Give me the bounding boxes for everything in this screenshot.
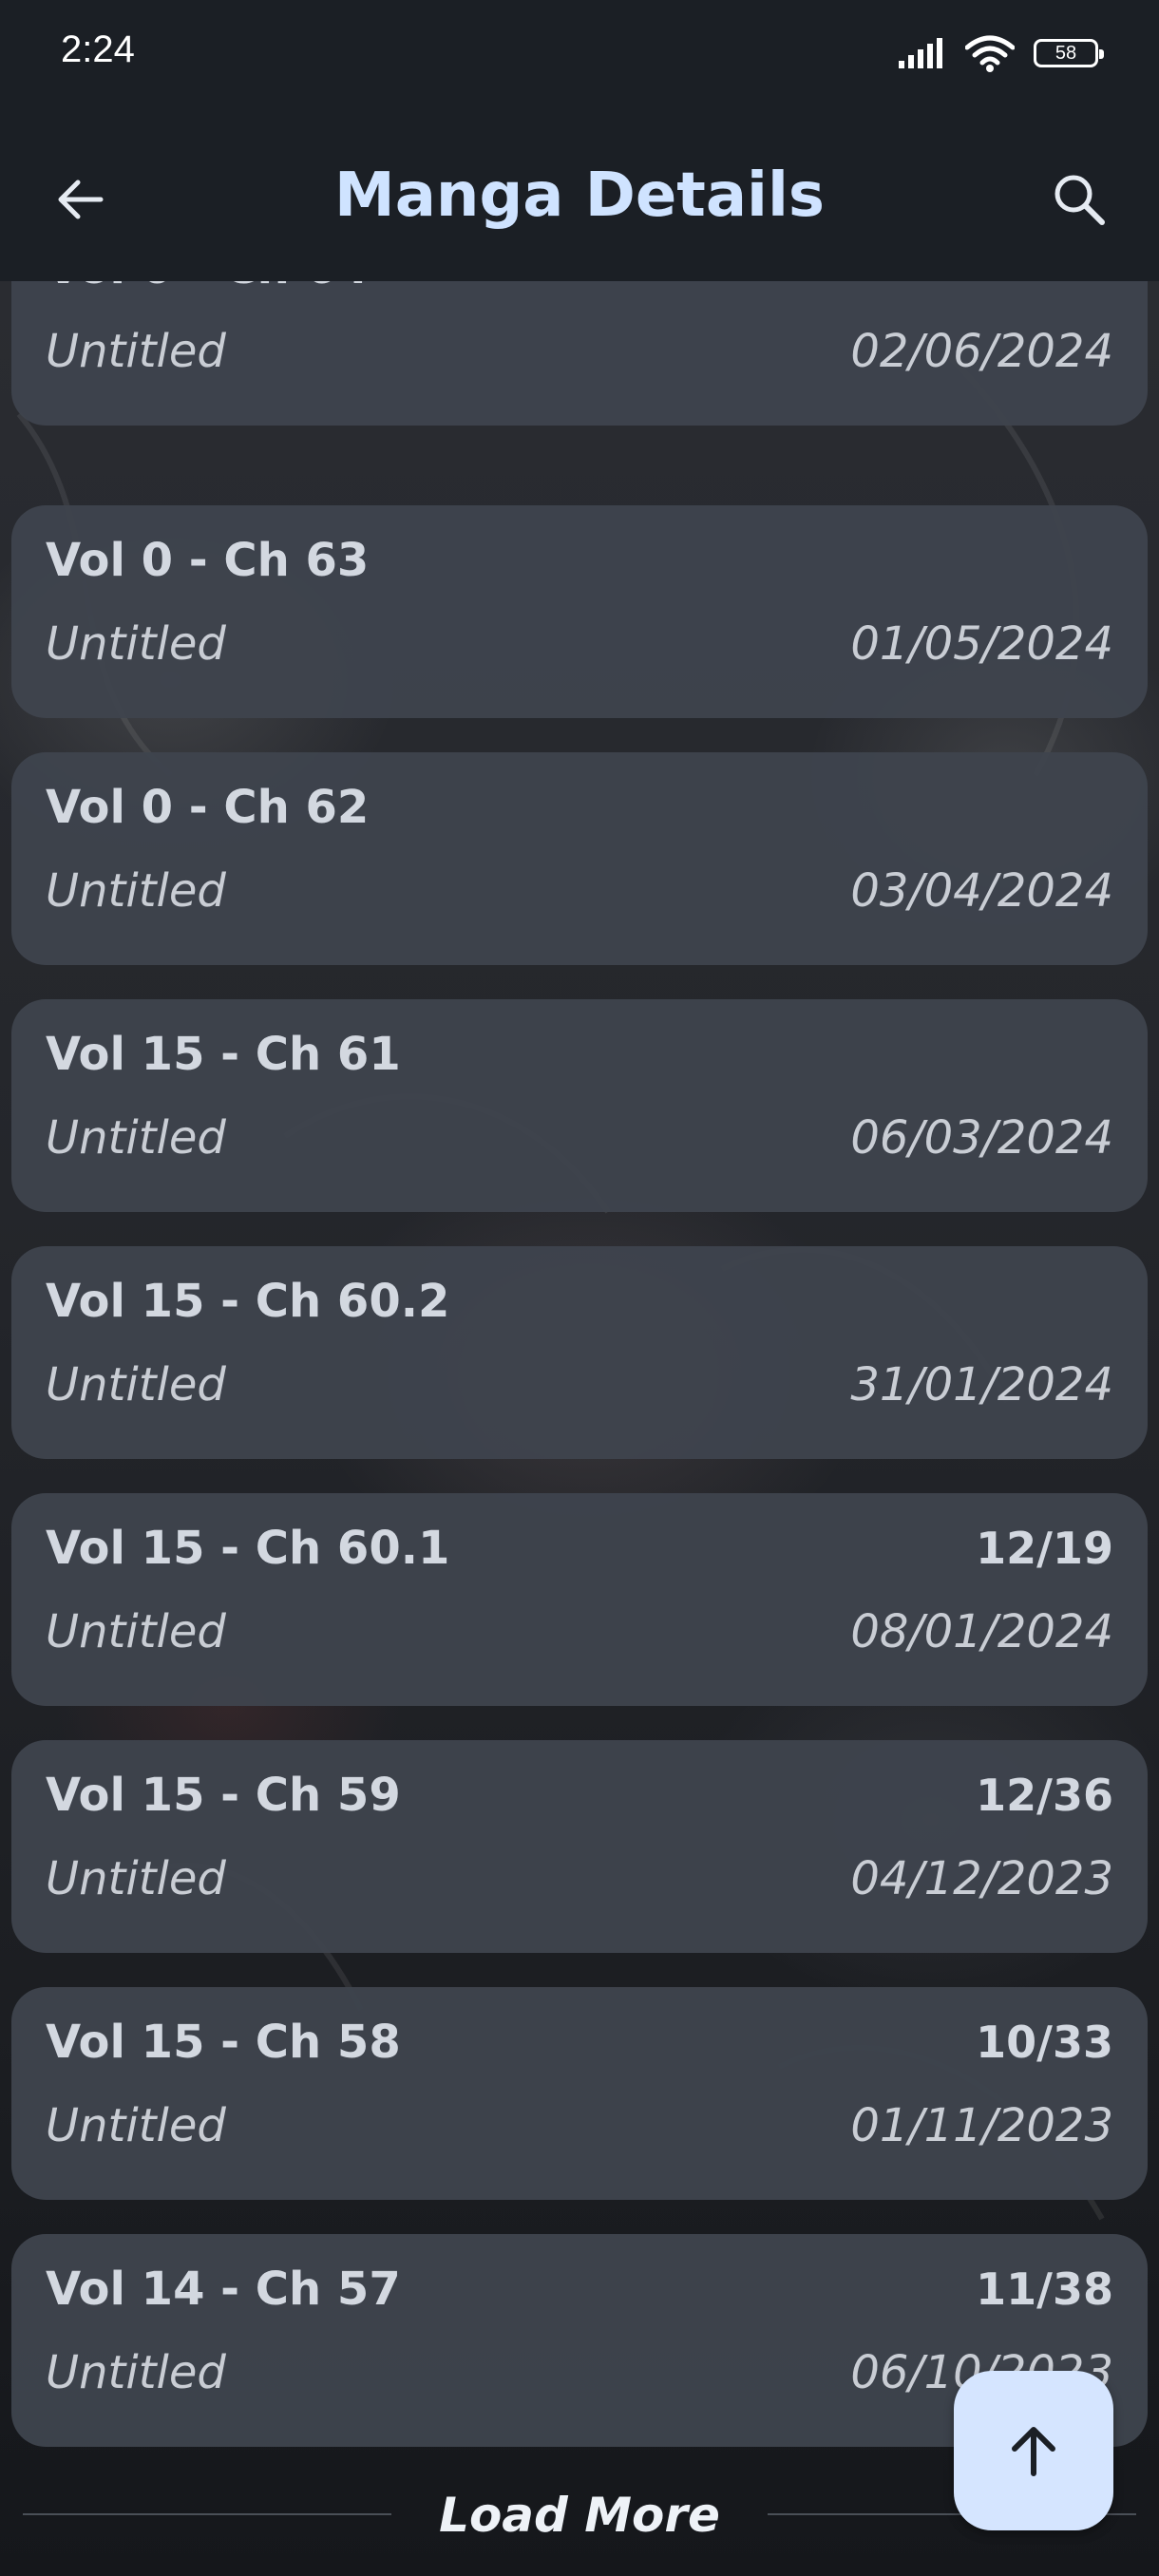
chapter-item[interactable]: Vol 15 - Ch 60.1 12/19 Untitled 08/01/20… [11, 1493, 1148, 1706]
chapter-title: Untitled [46, 2346, 226, 2399]
chapter-name: Vol 15 - Ch 59 [46, 1769, 401, 1822]
load-more-button[interactable]: Load More [422, 2479, 737, 2551]
status-icons: 58 [897, 32, 1104, 74]
divider-line [23, 2513, 391, 2515]
chapter-date: 01/05/2024 [850, 617, 1113, 671]
chapter-name: Vol 15 - Ch 58 [46, 2016, 401, 2069]
status-time: 2:24 [61, 28, 135, 70]
chapter-item[interactable]: Vol 0 - Ch 63 Untitled 01/05/2024 [11, 505, 1148, 718]
chapter-name: Vol 0 - Ch 63 [46, 534, 370, 587]
chapter-title: Untitled [46, 617, 226, 671]
chapter-name: Vol 15 - Ch 60.1 [46, 1522, 450, 1575]
chapter-date: 06/03/2024 [850, 1111, 1113, 1165]
chapter-name: Vol 0 - Ch 64 [46, 281, 369, 294]
chapter-date: 08/01/2024 [850, 1605, 1113, 1658]
chapter-item[interactable]: Vol 15 - Ch 61 Untitled 06/03/2024 [11, 999, 1148, 1212]
chapter-item[interactable]: Vol 0 - Ch 62 Untitled 03/04/2024 [11, 752, 1148, 965]
chapter-item[interactable]: Vol 15 - Ch 58 10/33 Untitled 01/11/2023 [11, 1987, 1148, 2200]
chapter-item[interactable]: Vol 0 - Ch 64 Untitled 02/06/2024 [11, 281, 1148, 426]
chapter-date: 02/06/2024 [850, 325, 1113, 378]
arrow-up-icon [1012, 2427, 1055, 2476]
chapter-date: 01/11/2023 [850, 2099, 1113, 2152]
status-bar: 2:24 58 [0, 0, 1159, 110]
chapter-title: Untitled [46, 1111, 226, 1165]
chapter-title: Untitled [46, 1605, 226, 1658]
chapter-name: Vol 14 - Ch 57 [46, 2263, 401, 2316]
app-bar: Manga Details [0, 110, 1159, 281]
wifi-icon [965, 35, 1015, 72]
chapter-title: Untitled [46, 2099, 226, 2152]
chapter-title: Untitled [46, 1852, 226, 1905]
search-icon [1054, 175, 1105, 225]
chapter-progress: 10/33 [976, 2017, 1113, 2068]
chapter-progress: 11/38 [976, 2263, 1113, 2315]
signal-icon [899, 38, 942, 68]
chapter-date: 31/01/2024 [850, 1358, 1113, 1411]
chapter-date: 03/04/2024 [850, 864, 1113, 918]
page-title: Manga Details [334, 161, 825, 231]
chapter-item[interactable]: Vol 15 - Ch 60.2 Untitled 31/01/2024 [11, 1246, 1148, 1459]
search-button[interactable] [1037, 158, 1121, 241]
chapter-name: Vol 0 - Ch 62 [46, 781, 370, 834]
chapter-list: Vol 0 - Ch 64 Untitled 02/06/2024 Vol 0 … [0, 281, 1159, 2456]
chapter-title: Untitled [46, 1358, 226, 1411]
chapter-title: Untitled [46, 325, 226, 378]
chapter-name: Vol 15 - Ch 61 [46, 1028, 401, 1081]
chapter-progress: 12/36 [976, 1770, 1113, 1821]
scroll-to-top-button[interactable] [954, 2371, 1113, 2530]
chapter-title: Untitled [46, 864, 226, 918]
chapter-date: 04/12/2023 [850, 1852, 1113, 1905]
chapter-item[interactable]: Vol 15 - Ch 59 12/36 Untitled 04/12/2023 [11, 1740, 1148, 1953]
chapter-name: Vol 15 - Ch 60.2 [46, 1275, 450, 1328]
chapter-progress: 12/19 [976, 1523, 1113, 1574]
battery-icon: 58 [1034, 39, 1104, 67]
